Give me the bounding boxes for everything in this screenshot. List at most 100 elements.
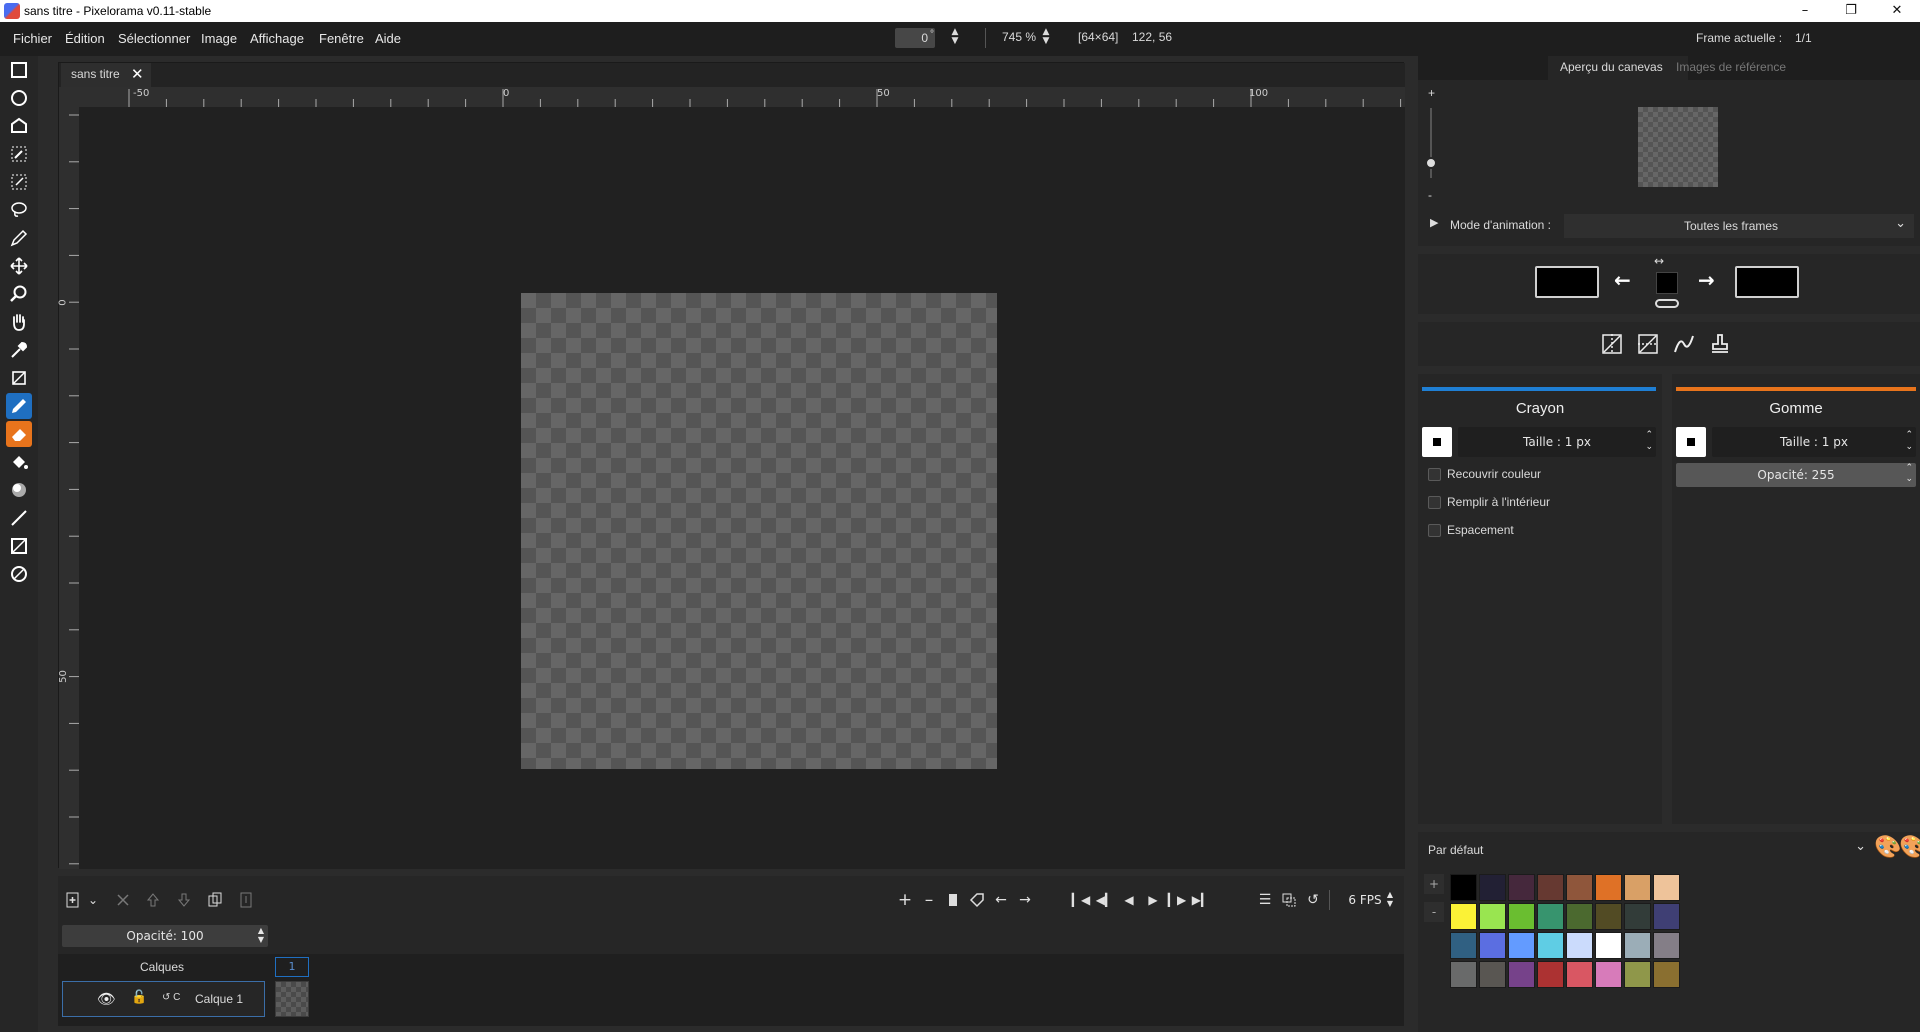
clone-layer-button[interactable] [204, 889, 226, 911]
palette-swatch[interactable] [1479, 932, 1506, 959]
onion-skinning-button[interactable] [1278, 889, 1300, 911]
menu-aide[interactable]: Aide [375, 31, 401, 46]
palette-swatch[interactable] [1595, 932, 1622, 959]
swap-color-preview[interactable] [1656, 272, 1678, 294]
zoom-value[interactable]: 745 % [1002, 30, 1036, 44]
timeline-settings-button[interactable]: ☰ [1254, 889, 1276, 911]
palette-swatch[interactable] [1624, 932, 1651, 959]
eraser-size-spinbox[interactable]: Taille : 1 px ⌃ ⌄ [1712, 427, 1916, 457]
lock-icon[interactable]: 🔓 [131, 990, 147, 1005]
overwrite-color-checkbox[interactable] [1428, 468, 1441, 481]
palette-swatch[interactable] [1595, 874, 1622, 901]
crop-tool[interactable] [6, 365, 32, 391]
add-palette-icon[interactable]: 🎨 [1874, 835, 1901, 860]
rectangle-select-tool[interactable] [6, 57, 32, 83]
color-picker-tool[interactable] [6, 337, 32, 363]
palette-swatch[interactable] [1566, 932, 1593, 959]
line-tool[interactable] [6, 505, 32, 531]
mirror-horizontal-button[interactable] [1600, 332, 1624, 356]
polygon-select-tool[interactable] [6, 113, 32, 139]
palette-swatch[interactable] [1508, 961, 1535, 988]
move-tool[interactable] [6, 253, 32, 279]
palette-swatch[interactable] [1537, 903, 1564, 930]
add-frame-button[interactable]: + [894, 889, 916, 911]
close-tab-icon[interactable]: ✕ [131, 65, 144, 83]
fill-inside-checkbox[interactable] [1428, 496, 1441, 509]
eraser-tool[interactable] [6, 421, 32, 447]
left-color-picker[interactable] [1535, 266, 1599, 298]
brush-type-button[interactable] [1422, 427, 1452, 457]
zoom-tool[interactable] [6, 281, 32, 307]
palette-swatch[interactable] [1624, 874, 1651, 901]
menu-fichier[interactable]: Fichier [13, 31, 52, 46]
minimize-button[interactable]: – [1782, 0, 1828, 22]
palette-swatch[interactable] [1479, 961, 1506, 988]
rotation-spinner[interactable]: ▲ ▼ [949, 28, 961, 48]
magic-wand-tool[interactable] [6, 169, 32, 195]
first-frame-button[interactable]: ▎◀ [1070, 889, 1092, 911]
rectangle-tool[interactable] [6, 533, 32, 559]
menu-selectionner[interactable]: Sélectionner [118, 31, 190, 46]
close-window-button[interactable]: ✕ [1874, 0, 1920, 22]
palette-swatch[interactable] [1508, 903, 1535, 930]
canvas-tab[interactable]: sans titre ✕ [61, 63, 151, 87]
palette-swatch[interactable] [1566, 903, 1593, 930]
pixel-perfect-button[interactable] [1672, 332, 1696, 356]
palette-swatch[interactable] [1479, 874, 1506, 901]
move-layer-down-button[interactable] [173, 889, 195, 911]
tab-canvas-preview[interactable]: Aperçu du canevas [1548, 56, 1688, 80]
palette-swatch[interactable] [1653, 903, 1680, 930]
menu-affichage[interactable]: Affichage [250, 31, 304, 46]
canvas-viewport[interactable] [79, 107, 1405, 869]
zoom-spinner[interactable]: ▲ ▼ [1040, 28, 1052, 48]
palette-select[interactable]: Par défaut ⌄ [1422, 838, 1870, 862]
tab-reference-images[interactable]: Images de référence [1676, 60, 1786, 74]
right-color-picker[interactable] [1735, 266, 1799, 298]
palette-swatch[interactable] [1479, 903, 1506, 930]
palette-swatch[interactable] [1450, 903, 1477, 930]
brush-size-spinbox[interactable]: Taille : 1 px ⌃ ⌄ [1458, 427, 1656, 457]
layer-row[interactable]: 👁 🔓 ↺ C Calque 1 [62, 981, 265, 1017]
palette-swatch[interactable] [1450, 932, 1477, 959]
preview-zoom-handle[interactable] [1425, 157, 1437, 169]
play-forward-button[interactable]: ▶ [1142, 889, 1164, 911]
palette-swatch[interactable] [1450, 874, 1477, 901]
color-mode-toggle[interactable] [1655, 299, 1679, 308]
move-frame-left-button[interactable]: ← [990, 889, 1012, 911]
palette-swatch[interactable] [1508, 874, 1535, 901]
spacing-checkbox[interactable] [1428, 524, 1441, 537]
pixel-canvas[interactable] [521, 293, 997, 769]
layer-link-icon[interactable]: ↺ C [162, 992, 180, 1003]
layer-type-dropdown[interactable]: ⌄ [82, 889, 104, 911]
shading-tool[interactable] [6, 477, 32, 503]
preview-zoom-in-icon[interactable]: + [1428, 86, 1435, 100]
cel-button[interactable] [275, 981, 309, 1017]
palette-swatch[interactable] [1537, 961, 1564, 988]
visibility-eye-icon[interactable]: 👁 [97, 990, 116, 1008]
palette-swatch[interactable] [1566, 874, 1593, 901]
maximize-button[interactable]: ❐ [1828, 0, 1874, 22]
palette-swatch[interactable] [1624, 903, 1651, 930]
previous-frame-button[interactable]: ◀▎ [1094, 889, 1116, 911]
palette-swatch[interactable] [1653, 961, 1680, 988]
menu-fenetre[interactable]: Fenêtre [319, 31, 364, 46]
eraser-brush-type-button[interactable] [1676, 427, 1706, 457]
palette-swatch[interactable] [1653, 932, 1680, 959]
next-frame-button[interactable]: ▎▶ [1166, 889, 1188, 911]
add-layer-button[interactable] [62, 889, 84, 911]
loop-button[interactable]: ↺ [1302, 889, 1324, 911]
rotation-input[interactable]: 0 ° [895, 28, 935, 48]
palette-swatch[interactable] [1537, 932, 1564, 959]
preview-zoom-out-icon[interactable]: - [1428, 188, 1432, 202]
menu-edition[interactable]: Édition [65, 31, 105, 46]
palette-swatch[interactable] [1566, 961, 1593, 988]
palette-swatch[interactable] [1450, 961, 1477, 988]
fps-spinbox[interactable]: 6 FPS ▲ ▼ [1334, 889, 1396, 911]
merge-layer-button[interactable] [235, 889, 257, 911]
frame-number-button[interactable]: 1 [275, 957, 309, 977]
pencil-tool[interactable] [6, 393, 32, 419]
eraser-opacity-spinbox[interactable]: Opacité: 255 ⌃ ⌄ [1676, 463, 1916, 487]
remove-layer-button[interactable] [112, 889, 134, 911]
palette-swatch[interactable] [1508, 932, 1535, 959]
play-backwards-button[interactable]: ◀ [1118, 889, 1140, 911]
